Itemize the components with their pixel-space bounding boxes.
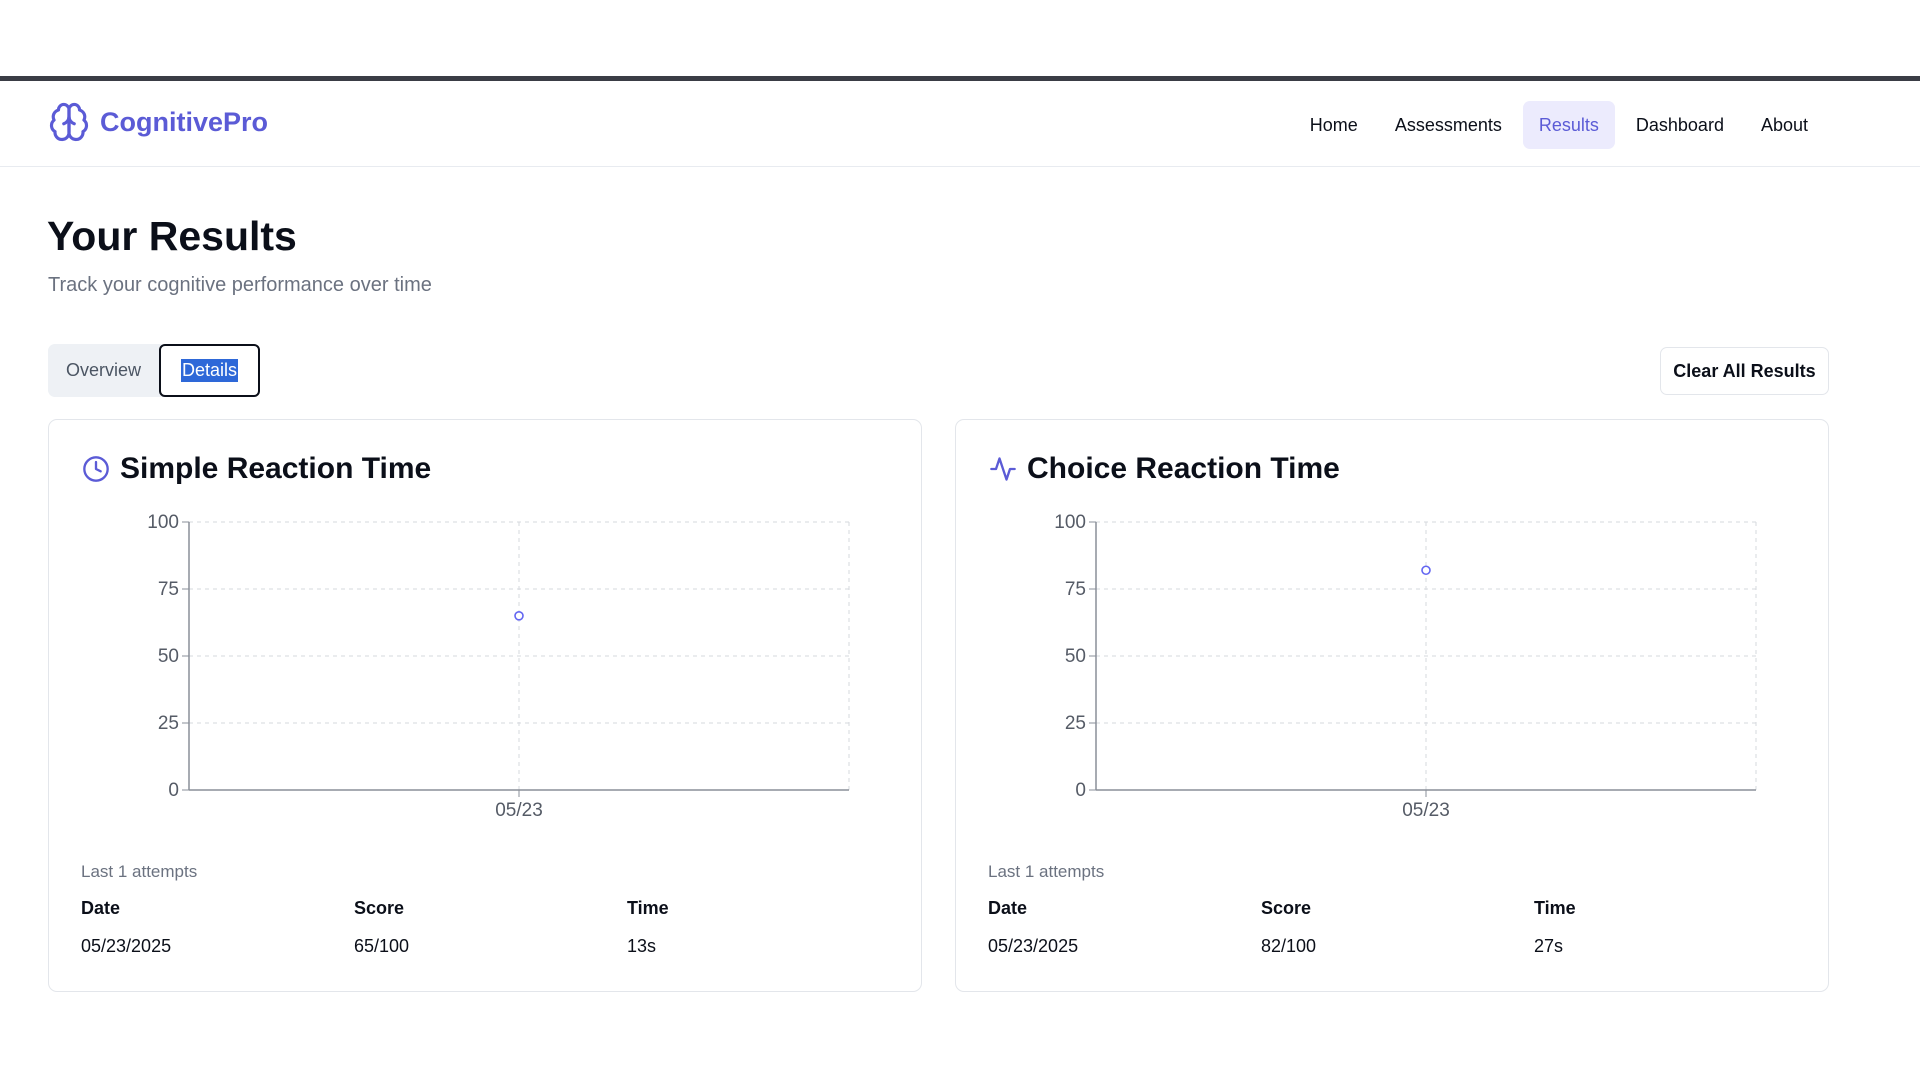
brand-name: CognitivePro bbox=[100, 106, 269, 137]
y-tick-label: 0 bbox=[168, 780, 179, 801]
clear-all-results-button[interactable]: Clear All Results bbox=[1660, 347, 1829, 395]
y-tick-label: 50 bbox=[158, 646, 179, 667]
page-title: Your Results bbox=[47, 213, 297, 259]
cell-score: 82/100 bbox=[1261, 936, 1317, 956]
y-tick-label: 75 bbox=[158, 579, 179, 600]
y-tick-label: 75 bbox=[1065, 579, 1086, 600]
y-tick-label: 25 bbox=[1065, 713, 1086, 734]
header-score: Score bbox=[1261, 898, 1312, 918]
page-subtitle: Track your cognitive performance over ti… bbox=[48, 274, 432, 296]
cell-date: 05/23/2025 bbox=[988, 936, 1079, 956]
activity-icon bbox=[990, 457, 1016, 481]
main-nav: Home Assessments Results Dashboard About bbox=[1289, 101, 1824, 149]
cell-date: 05/23/2025 bbox=[81, 936, 172, 956]
nav-results[interactable]: Results bbox=[1522, 101, 1615, 149]
y-tick-label: 0 bbox=[1075, 780, 1086, 801]
table-row: 05/23/2025 82/100 27s bbox=[988, 936, 1808, 957]
header-time: Time bbox=[1534, 898, 1576, 918]
cell-time: 27s bbox=[1534, 936, 1564, 956]
nav-dashboard[interactable]: Dashboard bbox=[1620, 101, 1740, 149]
nav-assessments[interactable]: Assessments bbox=[1379, 101, 1518, 149]
data-point bbox=[1421, 565, 1431, 576]
x-tick-label: 05/23 bbox=[1402, 800, 1450, 821]
brain-icon bbox=[49, 102, 89, 142]
card-title: Simple Reaction Time bbox=[120, 452, 432, 485]
attempts-label: Last 1 attempts bbox=[81, 862, 198, 881]
choice-reaction-time-card: 0 25 50 75 100 05/23 Choice Reaction Time Las… bbox=[955, 419, 1829, 992]
table-header: Date Score Time bbox=[988, 898, 1808, 919]
clock-icon bbox=[83, 456, 109, 482]
y-tick-label: 100 bbox=[147, 512, 179, 533]
simple-reaction-time-card: 0 25 50 75 100 05/23 Simple Reaction Time Las… bbox=[48, 419, 922, 992]
results-tabs: Overview Details bbox=[48, 344, 260, 397]
card-title: Choice Reaction Time bbox=[1027, 452, 1340, 485]
attempts-label: Last 1 attempts bbox=[988, 862, 1105, 881]
table-row: 05/23/2025 65/100 13s bbox=[81, 936, 901, 957]
header-time: Time bbox=[627, 898, 669, 918]
card-header: Choice Reaction Time bbox=[989, 452, 1340, 486]
x-tick-label: 05/23 bbox=[495, 800, 543, 821]
header-score: Score bbox=[354, 898, 405, 918]
cell-time: 13s bbox=[627, 936, 657, 956]
tab-overview[interactable]: Overview bbox=[48, 344, 159, 397]
table-header: Date Score Time bbox=[81, 898, 901, 919]
y-tick-label: 100 bbox=[1054, 512, 1086, 533]
card-header: Simple Reaction Time bbox=[82, 452, 431, 486]
data-point bbox=[514, 611, 524, 621]
header-date: Date bbox=[988, 898, 1028, 918]
y-tick-label: 25 bbox=[158, 713, 179, 734]
brand-logo[interactable]: CognitivePro bbox=[48, 101, 268, 143]
nav-home[interactable]: Home bbox=[1294, 101, 1374, 149]
tab-details[interactable]: Details bbox=[159, 344, 260, 397]
header-date: Date bbox=[81, 898, 121, 918]
cell-score: 65/100 bbox=[354, 936, 410, 956]
nav-about[interactable]: About bbox=[1745, 101, 1824, 149]
tab-details-label: Details bbox=[180, 359, 239, 382]
navbar: CognitivePro Home Assessments Results Da… bbox=[0, 81, 1920, 167]
y-tick-label: 50 bbox=[1065, 646, 1086, 667]
